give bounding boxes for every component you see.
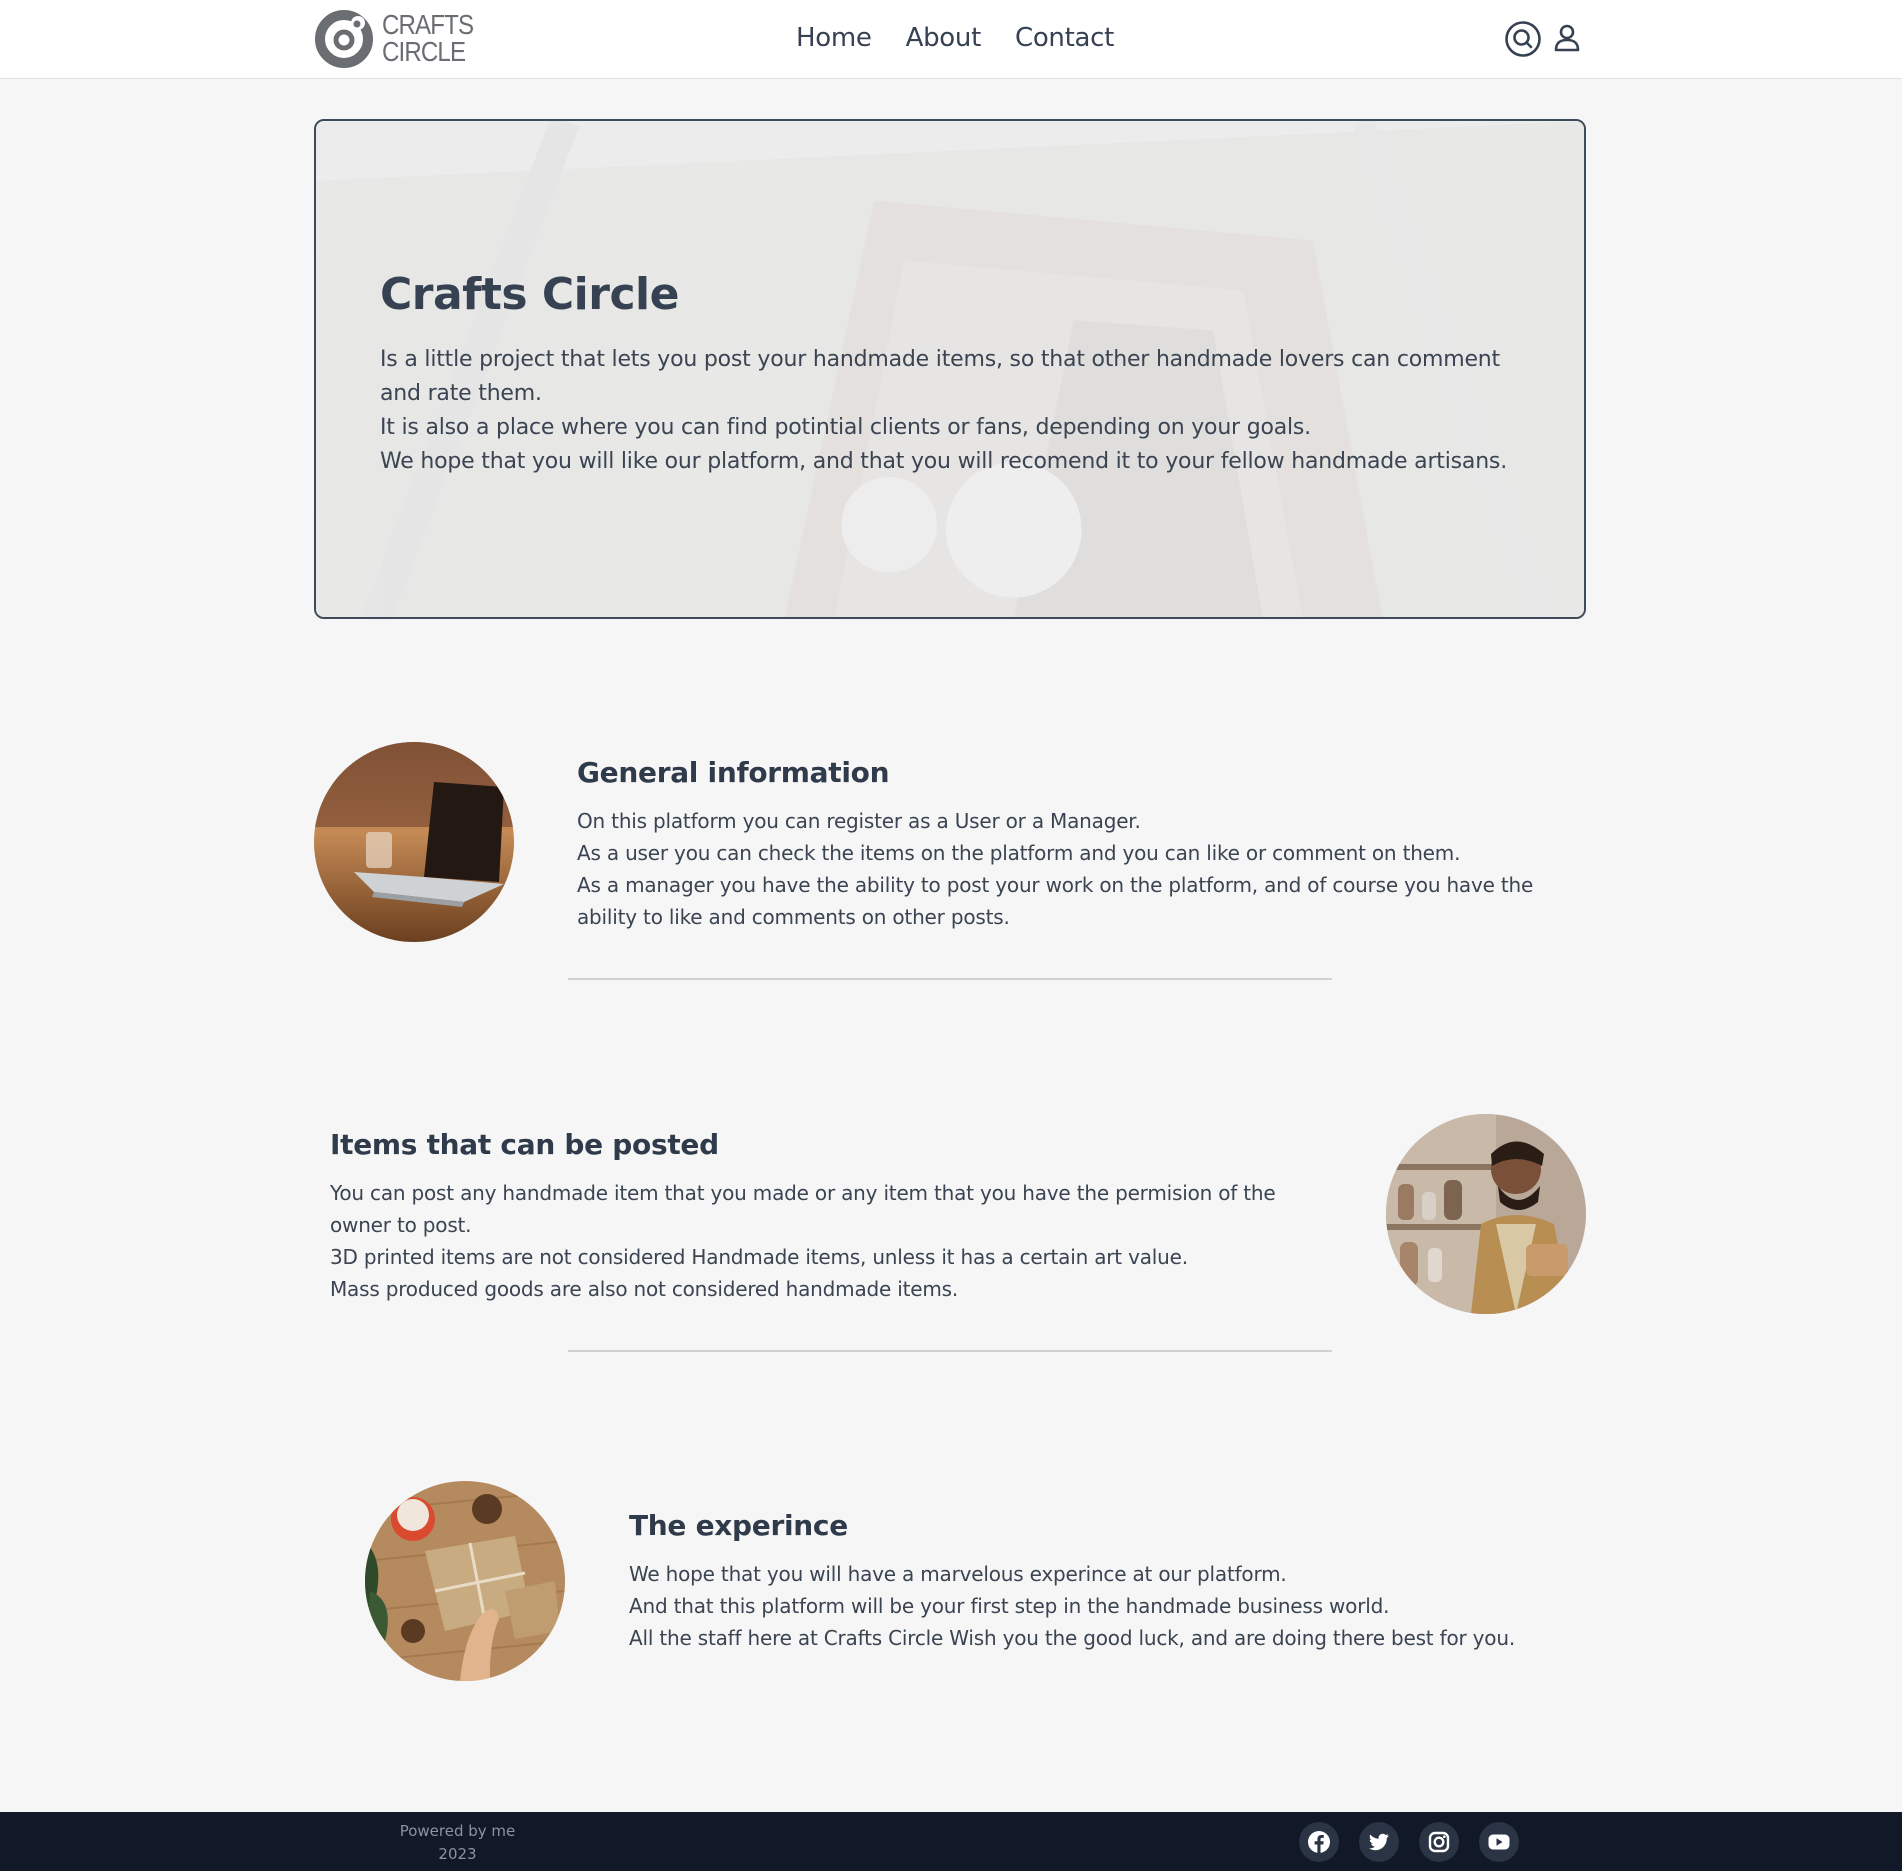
nav-home-link[interactable]: Home: [796, 18, 872, 58]
section-experience-paragraph-2: And that this platform will be your firs…: [629, 1594, 1390, 1618]
section-items-text: You can post any handmade item that you …: [330, 1177, 1330, 1305]
section-divider: [568, 978, 1332, 980]
logo-line-1: CRAFTS: [382, 9, 474, 40]
footer-powered-by: Powered by me: [399, 1822, 516, 1840]
section-general-paragraph-1: On this platform you can register as a U…: [577, 809, 1141, 833]
section-experience-title: The experince: [629, 1509, 848, 1542]
user-icon[interactable]: [1547, 19, 1587, 59]
facebook-icon[interactable]: [1299, 1822, 1339, 1862]
section-experience-paragraph-3: All the staff here at Crafts Circle Wish…: [629, 1626, 1515, 1650]
section-items-paragraph-2: 3D printed items are not considered Hand…: [330, 1245, 1188, 1269]
section-items-title: Items that can be posted: [330, 1128, 719, 1161]
crafts-circle-logo[interactable]: CRAFTS CIRCLE: [314, 9, 474, 69]
hero-banner: Crafts Circle Is a little project that l…: [314, 119, 1586, 619]
section-experience-paragraph-1: We hope that you will have a marvelous e…: [629, 1562, 1287, 1586]
logo-text: CRAFTS CIRCLE: [382, 9, 474, 67]
site-header: CRAFTS CIRCLE Home About Contact: [0, 0, 1902, 79]
gift-wrapping-image: [365, 1481, 565, 1681]
site-footer: Powered by me 2023: [0, 1812, 1902, 1871]
hero-paragraph-2: It is also a place where you can find po…: [380, 415, 1311, 440]
search-icon[interactable]: [1503, 19, 1543, 59]
footer-credits: Powered by me 2023: [380, 1820, 535, 1866]
hero-paragraph-3: We hope that you will like our platform,…: [380, 449, 1507, 474]
hero-title: Crafts Circle: [380, 269, 679, 320]
section-general-paragraph-3: As a manager you have the ability to pos…: [577, 873, 1534, 929]
section-general-paragraph-2: As a user you can check the items on the…: [577, 841, 1461, 865]
footer-year: 2023: [438, 1845, 477, 1863]
nav-about-link[interactable]: About: [906, 18, 982, 58]
main-nav: Home About Contact: [796, 18, 1114, 58]
logo-mark-icon: [315, 10, 373, 68]
instagram-icon[interactable]: [1419, 1822, 1459, 1862]
section-general-text: On this platform you can register as a U…: [577, 805, 1537, 933]
logo-line-2: CIRCLE: [382, 36, 466, 67]
twitter-icon[interactable]: [1359, 1822, 1399, 1862]
laptop-image: [314, 742, 514, 942]
nav-contact-link[interactable]: Contact: [1015, 18, 1114, 58]
hero-description: Is a little project that lets you post y…: [380, 343, 1530, 479]
section-items-paragraph-3: Mass produced goods are also not conside…: [330, 1277, 959, 1301]
section-experience-text: We hope that you will have a marvelous e…: [629, 1558, 1559, 1654]
section-general-title: General information: [577, 756, 890, 789]
hero-paragraph-1: Is a little project that lets you post y…: [380, 347, 1500, 406]
youtube-icon[interactable]: [1479, 1822, 1519, 1862]
section-divider: [568, 1350, 1332, 1352]
section-items-paragraph-1: You can post any handmade item that you …: [330, 1181, 1276, 1237]
artisan-image: [1386, 1114, 1586, 1314]
